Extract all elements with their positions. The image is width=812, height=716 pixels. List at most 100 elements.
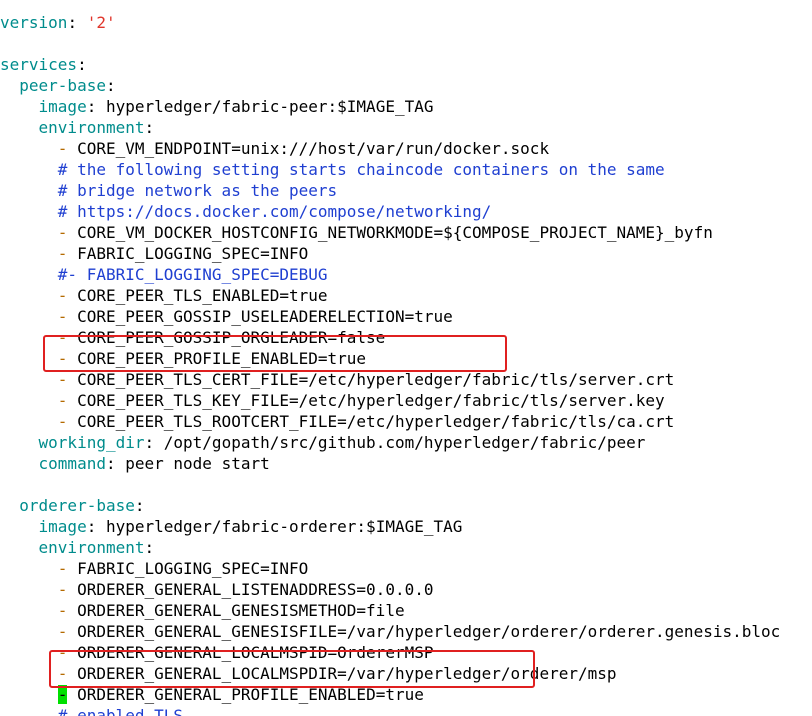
code-line: version: '2' [0, 12, 116, 33]
code-line: - ORDERER_GENERAL_PROFILE_ENABLED=true [0, 684, 424, 705]
list-dash: - [57, 223, 78, 242]
code-line: - CORE_VM_DOCKER_HOSTCONFIG_NETWORKMODE=… [0, 222, 713, 243]
code-line: working_dir: /opt/gopath/src/github.com/… [0, 432, 646, 453]
value-text: CORE_PEER_TLS_ROOTCERT_FILE=/etc/hyperle… [77, 412, 675, 431]
list-dash: - [57, 391, 78, 410]
list-dash: - [57, 244, 78, 263]
list-dash: - [57, 559, 78, 578]
code-line: - CORE_PEER_TLS_ROOTCERT_FILE=/etc/hyper… [0, 411, 675, 432]
string-value: '2' [86, 13, 116, 32]
code-line: - ORDERER_GENERAL_GENESISMETHOD=file [0, 600, 405, 621]
code-line: - ORDERER_GENERAL_LOCALMSPID=OrdererMSP [0, 642, 434, 663]
code-line: - FABRIC_LOGGING_SPEC=INFO [0, 558, 308, 579]
value-text: CORE_PEER_TLS_ENABLED=true [77, 286, 328, 305]
code-line: services: [0, 54, 87, 75]
key-separator: : [144, 433, 164, 452]
code-line: - ORDERER_GENERAL_GENESISFILE=/var/hyper… [0, 621, 780, 642]
value-text: hyperledger/fabric-peer:$IMAGE_TAG [105, 97, 434, 116]
value-text: ORDERER_GENERAL_LISTENADDRESS=0.0.0.0 [77, 580, 434, 599]
yaml-key: command [38, 454, 106, 473]
value-text: hyperledger/fabric-orderer:$IMAGE_TAG [105, 517, 463, 536]
code-line: environment: [0, 537, 155, 558]
value-text: peer node start [125, 454, 270, 473]
code-line: # https://docs.docker.com/compose/networ… [0, 201, 491, 222]
yaml-key: orderer-base [19, 496, 135, 515]
list-dash: - [57, 328, 78, 347]
value-text: ORDERER_GENERAL_PROFILE_ENABLED=true [77, 685, 424, 704]
list-dash: - [57, 601, 78, 620]
key-separator: : [144, 118, 155, 137]
value-text: CORE_PEER_GOSSIP_ORGLEADER=false [77, 328, 386, 347]
terminal-editor[interactable]: version: '2' services: peer-base: image: … [0, 0, 812, 716]
code-line: #- FABRIC_LOGGING_SPEC=DEBUG [0, 264, 328, 285]
yaml-key: environment [38, 118, 145, 137]
yaml-key: working_dir [38, 433, 145, 452]
list-dash: - [57, 286, 78, 305]
yaml-key: version [0, 13, 68, 32]
value-text: /opt/gopath/src/github.com/hyperledger/f… [163, 433, 646, 452]
list-dash: - [57, 349, 78, 368]
key-separator: : [77, 55, 87, 74]
list-dash: - [57, 370, 78, 389]
list-dash: - [57, 580, 78, 599]
code-line: # bridge network as the peers [0, 180, 337, 201]
value-text: FABRIC_LOGGING_SPEC=INFO [77, 244, 309, 263]
key-separator: : [86, 97, 106, 116]
list-dash: - [57, 139, 78, 158]
value-text: CORE_PEER_TLS_CERT_FILE=/etc/hyperledger… [77, 370, 675, 389]
value-text: ORDERER_GENERAL_GENESISMETHOD=file [77, 601, 405, 620]
code-line: - CORE_PEER_TLS_ENABLED=true [0, 285, 328, 306]
code-line: - CORE_PEER_TLS_KEY_FILE=/etc/hyperledge… [0, 390, 665, 411]
code-line: - CORE_PEER_PROFILE_ENABLED=true [0, 348, 366, 369]
list-dash: - [57, 643, 78, 662]
key-separator: : [105, 76, 116, 95]
code-line: - CORE_PEER_GOSSIP_USELEADERELECTION=tru… [0, 306, 453, 327]
yaml-key: services [0, 55, 78, 74]
value-text: ORDERER_GENERAL_LOCALMSPID=OrdererMSP [77, 643, 434, 662]
comment-text: # https://docs.docker.com/compose/networ… [57, 202, 492, 221]
comment-text: # the following setting starts chaincode… [57, 160, 665, 179]
code-line: environment: [0, 117, 155, 138]
value-text: ORDERER_GENERAL_LOCALMSPDIR=/var/hyperle… [77, 664, 617, 683]
value-text: ORDERER_GENERAL_GENESISFILE=/var/hyperle… [77, 622, 781, 641]
list-dash: - [57, 664, 78, 683]
value-text: CORE_VM_DOCKER_HOSTCONFIG_NETWORKMODE=${… [77, 223, 713, 242]
key-separator: : [105, 454, 126, 473]
code-line: - CORE_PEER_GOSSIP_ORGLEADER=false [0, 327, 386, 348]
value-text: CORE_PEER_PROFILE_ENABLED=true [77, 349, 367, 368]
code-line: orderer-base: [0, 495, 145, 516]
value-text: CORE_PEER_TLS_KEY_FILE=/etc/hyperledger/… [77, 391, 665, 410]
text-cursor: - [57, 685, 68, 704]
code-line: peer-base: [0, 75, 116, 96]
list-dash: - [57, 622, 78, 641]
yaml-key: image [38, 97, 87, 116]
comment-text: # enabled TLS [57, 706, 184, 716]
key-separator: : [134, 496, 145, 515]
code-line: image: hyperledger/fabric-orderer:$IMAGE… [0, 516, 463, 537]
key-separator: : [144, 538, 155, 557]
code-line: - CORE_VM_ENDPOINT=unix:///host/var/run/… [0, 138, 549, 159]
